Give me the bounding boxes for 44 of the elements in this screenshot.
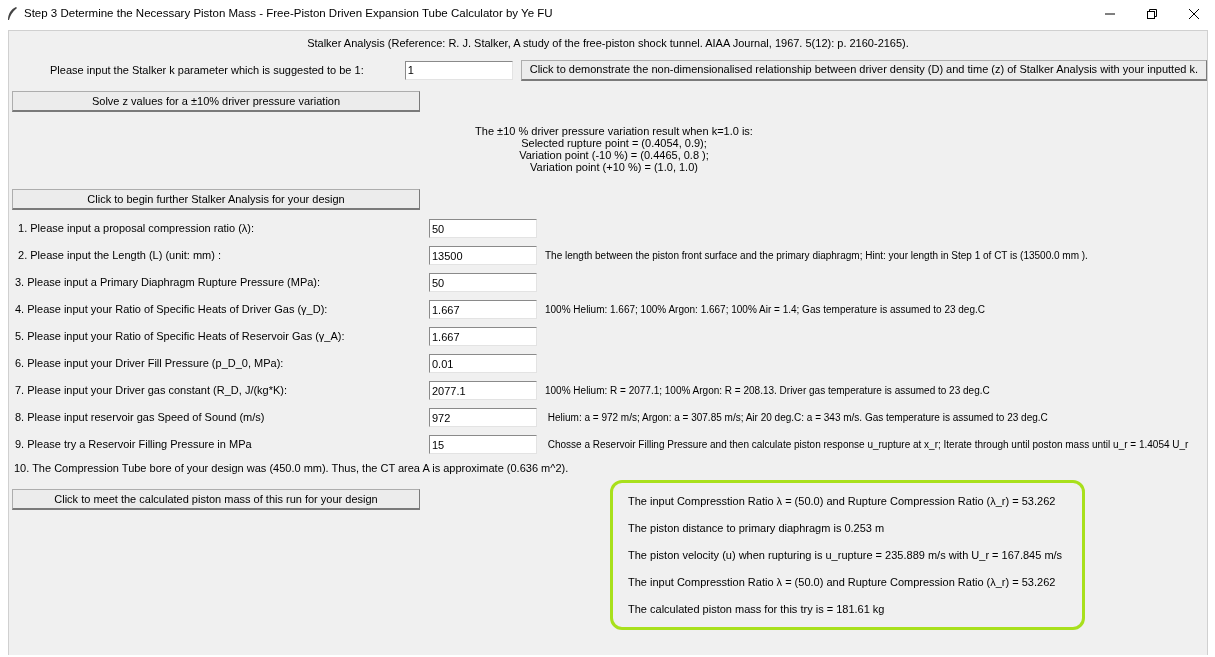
field-label: 2. Please input the Length (L) (unit: mm) : [17,248,223,264]
hint-text: Helium: a = 972 m/s; Argon: a = 307.85 m/s; Air 20 deg.C: a = 343 m/s. Gas temperature is assumed to 23 deg.C [546,411,1048,425]
field-label: 5. Please input your Ratio of Specific Heats of Reservoir Gas (γ_A): [14,329,346,345]
input-field[interactable]: 50 [429,273,537,292]
result-text: The input Compresstion Ratio λ = (50.0) and Rupture Compression Ratio (λ_r) = 53.262 [628,575,1057,590]
bore-note: 10. The Compression Tube bore of your design was (450.0 mm). Thus, the CT area A is approximate (0.636 m^2). [13,460,570,476]
solve-button[interactable]: Solve z values for a ±10% driver pressure variation [12,91,420,112]
input-field[interactable]: 2077.1 [429,381,537,400]
input-field[interactable]: 0.01 [429,354,537,373]
feather-icon [6,6,18,22]
result-text: The input Compresstion Ratio λ = (50.0) and Rupture Compression Ratio (λ_r) = 53.262 [628,494,1057,509]
field-label: 1. Please input a proposal compression ratio (λ): [17,221,256,237]
field-label: 3. Please input a Primary Diaphragm Rupture Pressure (MPa): [14,275,322,291]
field-label: 6. Please input your Driver Fill Pressure (p_D_0, MPa): [14,356,285,372]
hint-text: Chosse a Reservoir Filling Pressure and then calculate piston response u_rupture at x_r; Iterate through until poston mass until u_r = 1.4054 U_r [546,438,1189,452]
result-text: The ±10 % driver pressure variation result when k=1.0 is: [475,125,753,137]
field-label: 7. Please input your Driver gas constant (R_D, J/(kg*K): [14,383,289,399]
result-text: Selected rupture point = (0.4054, 0.9); [521,137,707,149]
field-label: 4. Please input your Ratio of Specific Heats of Driver Gas (γ_D): [14,302,329,318]
input-field[interactable]: 1.667 [429,327,537,346]
result-text: The piston velocity (u) when rupturing is u_rupture = 235.889 m/s with U_r = 167.845 m/s [628,548,1064,563]
result-text: Variation point (+10 %) = (1.0, 1.0) [530,161,698,173]
hint-text: The length between the piston front surface and the primary diaphragm; Hint: your length in Step 1 of CT is (13500.0 mm ). [545,249,1088,263]
input-field[interactable]: 13500 [429,246,537,265]
hint-text: 100% Helium: 1.667; 100% Argon: 1.667; 100% Air = 1.4; Gas temperature is assumed to 23 deg.C [545,303,985,317]
result-text: Variation point (-10 %) = (0.4465, 0.8 ); [519,149,709,161]
window-title: Step 3 Determine the Necessary Piston Mass - Free-Piston Driven Expansion Tube Calculator by Ye FU [24,6,553,22]
result-text: The piston distance to primary diaphragm is 0.253 m [628,521,886,536]
field-label: 8. Please input reservoir gas Speed of Sound (m/s) [14,410,266,426]
reference-text: Stalker Analysis (Reference: R. J. Stalker, A study of the free-piston shock tunnel. AIAA Journal, 1967. 5(12): p. 2160-2165). [306,36,910,51]
hint-text: 100% Helium: R = 2077.1; 100% Argon: R = 208.13. Driver gas temperature is assumed to 23 deg.C [545,384,990,398]
input-field[interactable]: 50 [429,219,537,238]
piston-mass-button[interactable]: Click to meet the calculated piston mass of this run for your design [12,489,420,510]
input-field[interactable]: 1.667 [429,300,537,319]
result-text: The calculated piston mass for this try is = 181.61 kg [628,602,886,617]
demonstrate-button[interactable]: Click to demonstrate the non-dimensionalised relationship between driver density (D) and time (z) of Stalker Analysis with your inputted k. [520,59,1207,81]
input-field[interactable]: 15 [429,435,537,454]
input-field[interactable]: 1 [404,60,513,80]
field-label: Please input the Stalker k parameter which is suggested to be 1: [49,62,365,78]
close-icon[interactable] [1189,9,1199,19]
input-field[interactable]: 972 [429,408,537,427]
analysis-button[interactable]: Click to begin further Stalker Analysis for your design [12,189,420,210]
restore-icon[interactable] [1147,9,1157,19]
field-label: 9. Please try a Reservoir Filling Pressure in MPa [14,437,253,453]
